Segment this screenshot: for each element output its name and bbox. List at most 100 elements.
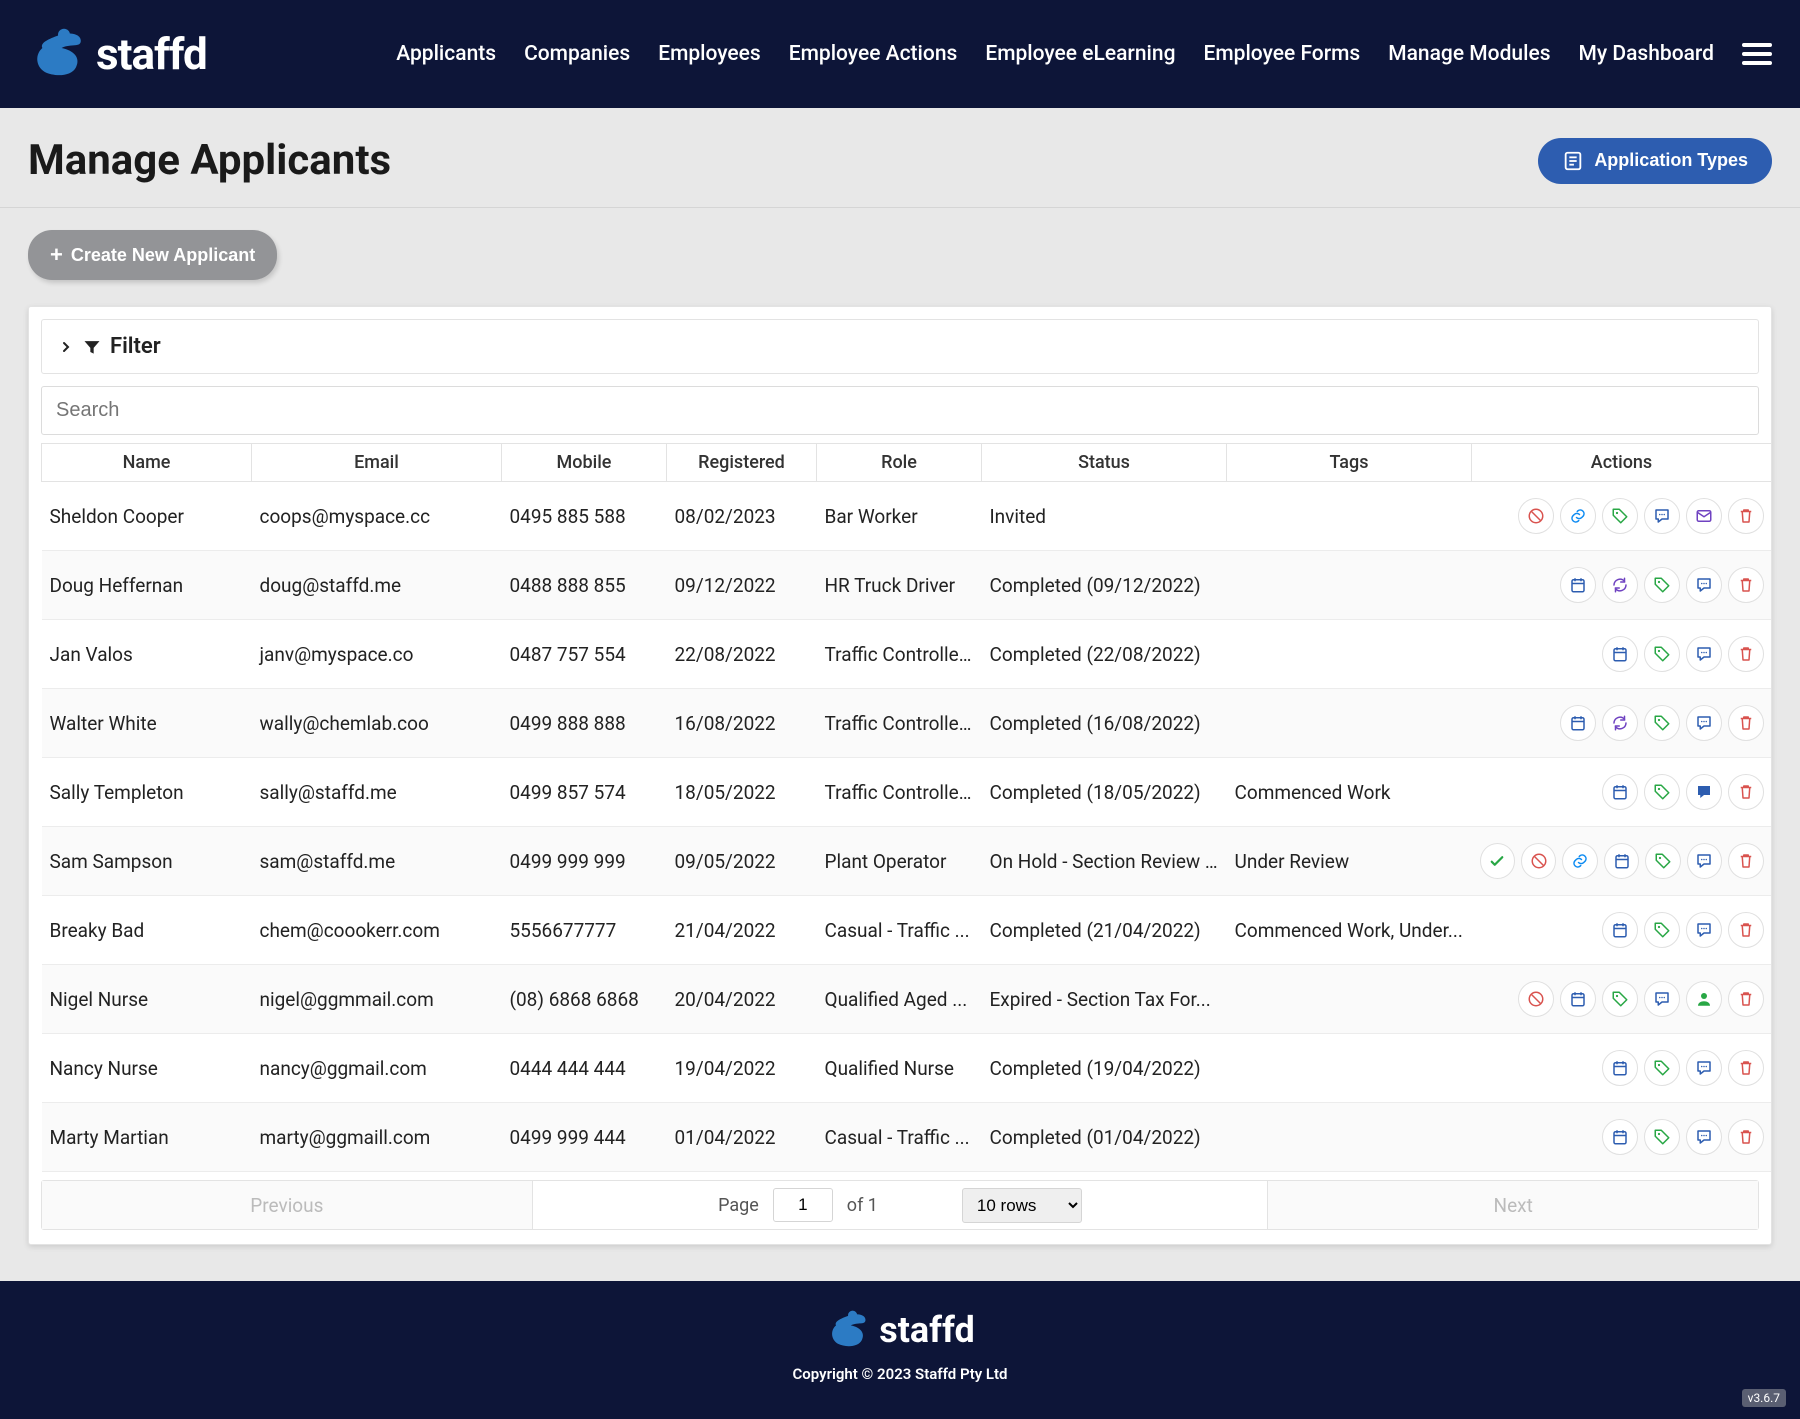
ban-icon-button[interactable]: [1518, 981, 1554, 1017]
nav-my-dashboard[interactable]: My Dashboard: [1579, 42, 1714, 66]
filter-toggle[interactable]: Filter: [41, 319, 1759, 374]
trash-icon-button[interactable]: [1728, 498, 1764, 534]
filter-label: Filter: [110, 334, 161, 359]
nav-employee-actions[interactable]: Employee Actions: [789, 42, 958, 66]
cell-email: chem@coookerr.com: [252, 896, 502, 965]
trash-icon-button[interactable]: [1728, 705, 1764, 741]
trash-icon: [1737, 576, 1755, 594]
calendar-icon: [1611, 1128, 1629, 1146]
chat-icon-button[interactable]: [1687, 843, 1722, 879]
nav-applicants[interactable]: Applicants: [396, 42, 496, 66]
chat-icon-button[interactable]: [1686, 1050, 1722, 1086]
trash-icon: [1737, 921, 1755, 939]
tag-icon-button[interactable]: [1602, 981, 1638, 1017]
check-icon-button[interactable]: [1480, 843, 1515, 879]
col-actions[interactable]: Actions: [1472, 444, 1772, 482]
trash-icon: [1737, 507, 1755, 525]
cell-name: Jan Valos: [42, 620, 252, 689]
calendar-icon-button[interactable]: [1560, 981, 1596, 1017]
tag-icon-button[interactable]: [1645, 843, 1680, 879]
col-email[interactable]: Email: [252, 444, 502, 482]
nav-manage-modules[interactable]: Manage Modules: [1388, 42, 1550, 66]
col-tags[interactable]: Tags: [1227, 444, 1472, 482]
previous-button[interactable]: Previous: [42, 1181, 532, 1229]
tag-icon-button[interactable]: [1644, 1050, 1680, 1086]
trash-icon-button[interactable]: [1728, 912, 1764, 948]
pagination-center: Page of 1 10 rows: [532, 1181, 1269, 1229]
next-button[interactable]: Next: [1268, 1181, 1758, 1229]
cell-actions: [1472, 758, 1772, 827]
chat-fill-icon-button[interactable]: [1686, 774, 1722, 810]
mail-icon-button[interactable]: [1686, 498, 1722, 534]
tag-icon: [1653, 714, 1671, 732]
chat-icon-button[interactable]: [1686, 636, 1722, 672]
user-icon-button[interactable]: [1686, 981, 1722, 1017]
col-mobile[interactable]: Mobile: [502, 444, 667, 482]
table-body: Sheldon Coopercoops@myspace.cc0495 885 5…: [42, 482, 1772, 1172]
search-input[interactable]: [41, 386, 1759, 435]
cell-name: Nancy Nurse: [42, 1034, 252, 1103]
cell-registered: 09/12/2022: [667, 551, 817, 620]
ban-icon-button[interactable]: [1518, 498, 1554, 534]
trash-icon-button[interactable]: [1728, 981, 1764, 1017]
calendar-icon-button[interactable]: [1602, 774, 1638, 810]
col-name[interactable]: Name: [42, 444, 252, 482]
calendar-icon-button[interactable]: [1560, 567, 1596, 603]
col-registered[interactable]: Registered: [667, 444, 817, 482]
nav-employee-elearning[interactable]: Employee eLearning: [985, 42, 1175, 66]
calendar-icon-button[interactable]: [1602, 1050, 1638, 1086]
rows-select[interactable]: 10 rows: [962, 1188, 1082, 1223]
chat-icon-button[interactable]: [1686, 705, 1722, 741]
tag-icon-button[interactable]: [1644, 636, 1680, 672]
table-row: Jan Valosjanv@myspace.co0487 757 55422/0…: [42, 620, 1772, 689]
tag-icon-button[interactable]: [1644, 1119, 1680, 1155]
brand-logo[interactable]: staffd: [28, 24, 207, 84]
tag-icon: [1653, 576, 1671, 594]
application-types-label: Application Types: [1594, 150, 1748, 171]
chat-icon-button[interactable]: [1686, 567, 1722, 603]
page-of-label: of 1: [847, 1195, 878, 1216]
col-role[interactable]: Role: [817, 444, 982, 482]
cell-mobile: 0499 999 999: [502, 827, 667, 896]
refresh-icon-button[interactable]: [1602, 567, 1638, 603]
calendar-icon-button[interactable]: [1602, 636, 1638, 672]
nav-employees[interactable]: Employees: [658, 42, 761, 66]
refresh-icon-button[interactable]: [1602, 705, 1638, 741]
chat-icon-button[interactable]: [1644, 498, 1680, 534]
hamburger-menu[interactable]: [1742, 43, 1772, 65]
tag-icon-button[interactable]: [1644, 774, 1680, 810]
calendar-icon-button[interactable]: [1602, 912, 1638, 948]
trash-icon-button[interactable]: [1728, 774, 1764, 810]
trash-icon-button[interactable]: [1728, 1119, 1764, 1155]
tag-icon-button[interactable]: [1644, 567, 1680, 603]
link-icon-button[interactable]: [1560, 498, 1596, 534]
chat-icon-button[interactable]: [1644, 981, 1680, 1017]
tag-icon-button[interactable]: [1644, 912, 1680, 948]
calendar-icon-button[interactable]: [1602, 1119, 1638, 1155]
calendar-icon-button[interactable]: [1560, 705, 1596, 741]
application-types-button[interactable]: Application Types: [1538, 138, 1772, 184]
nav-companies[interactable]: Companies: [524, 42, 630, 66]
trash-icon-button[interactable]: [1728, 1050, 1764, 1086]
copyright: Copyright © 2023 Staffd Pty Ltd: [0, 1365, 1800, 1383]
link-icon-button[interactable]: [1562, 843, 1597, 879]
trash-icon-button[interactable]: [1728, 843, 1763, 879]
chat-icon: [1653, 990, 1671, 1008]
trash-icon-button[interactable]: [1728, 567, 1764, 603]
calendar-icon: [1613, 852, 1631, 870]
nav-employee-forms[interactable]: Employee Forms: [1204, 42, 1361, 66]
page-input[interactable]: [773, 1188, 833, 1222]
trash-icon-button[interactable]: [1728, 636, 1764, 672]
check-icon: [1488, 852, 1506, 870]
tag-icon-button[interactable]: [1644, 705, 1680, 741]
create-applicant-button[interactable]: + Create New Applicant: [28, 230, 277, 280]
calendar-icon-button[interactable]: [1604, 843, 1639, 879]
tag-icon-button[interactable]: [1602, 498, 1638, 534]
ban-icon-button[interactable]: [1521, 843, 1556, 879]
chat-icon-button[interactable]: [1686, 912, 1722, 948]
chat-icon-button[interactable]: [1686, 1119, 1722, 1155]
cell-actions: [1472, 896, 1772, 965]
chat-icon: [1653, 507, 1671, 525]
cell-email: nigel@ggmmail.com: [252, 965, 502, 1034]
col-status[interactable]: Status: [982, 444, 1227, 482]
